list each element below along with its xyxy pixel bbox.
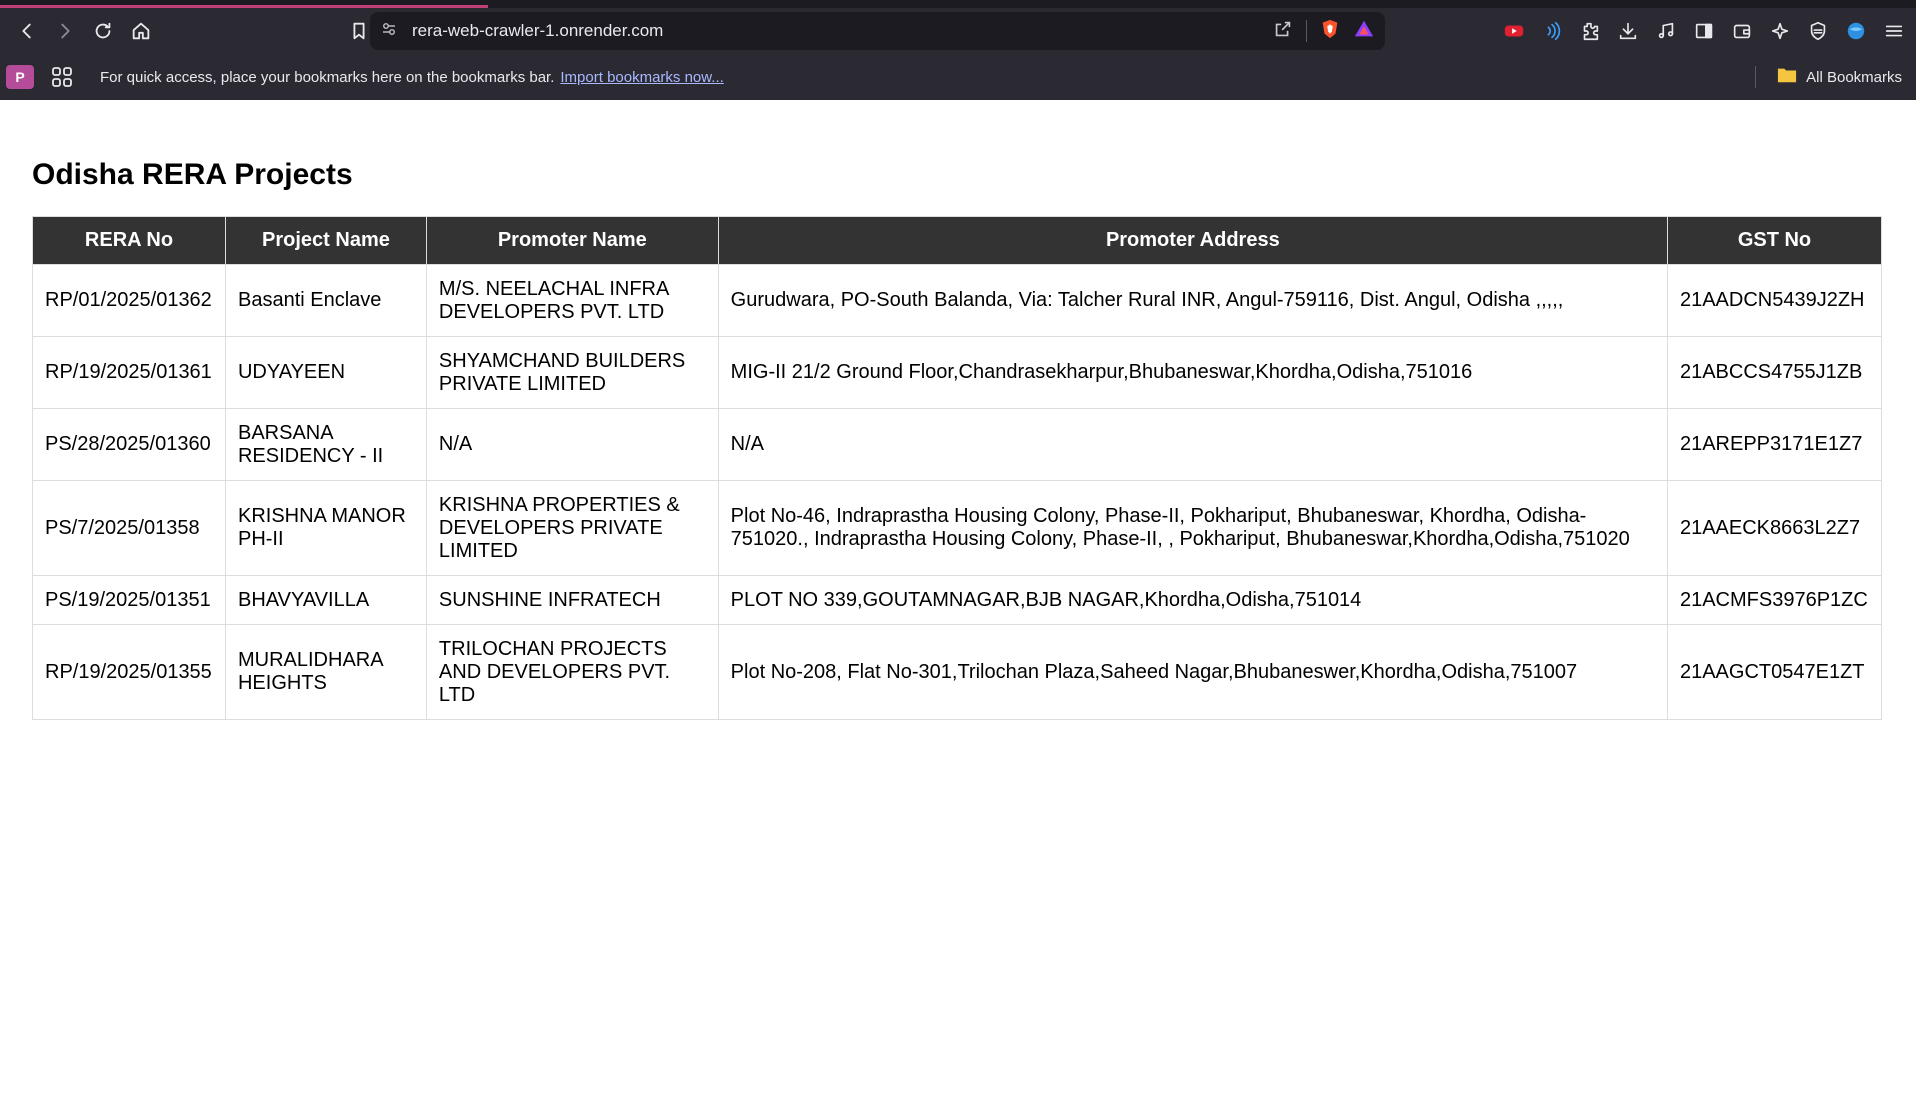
folder-icon bbox=[1776, 65, 1798, 89]
cell-gst-no: 21AAGCT0547E1ZT bbox=[1666, 624, 1883, 720]
wallet-icon[interactable] bbox=[1728, 17, 1756, 45]
cell-rera-no: PS/19/2025/01351 bbox=[32, 575, 226, 625]
address-bar[interactable]: rera-web-crawler-1.onrender.com bbox=[370, 12, 1385, 50]
urlbar-divider bbox=[1306, 20, 1307, 42]
cell-rera-no: PS/7/2025/01358 bbox=[32, 480, 226, 576]
page-content: Odisha RERA Projects RERA No Project Nam… bbox=[0, 158, 1916, 720]
leo-ai-icon[interactable] bbox=[1766, 17, 1794, 45]
brave-rewards-icon[interactable] bbox=[1353, 18, 1375, 45]
cell-promoter-address: Gurudwara, PO-South Balanda, Via: Talche… bbox=[717, 264, 1668, 337]
cell-promoter-name: SHYAMCHAND BUILDERS PRIVATE LIMITED bbox=[425, 336, 719, 409]
home-button[interactable] bbox=[122, 12, 160, 50]
all-bookmarks-label: All Bookmarks bbox=[1806, 68, 1902, 86]
cell-promoter-name: M/S. NEELACHAL INFRA DEVELOPERS PVT. LTD bbox=[425, 264, 719, 337]
cell-project-name: KRISHNA MANOR PH-II bbox=[224, 480, 427, 576]
browser-chrome: rera-web-crawler-1.onrender.com P For qu… bbox=[0, 0, 1916, 100]
share-icon[interactable] bbox=[1272, 18, 1294, 45]
browser-toolbar: rera-web-crawler-1.onrender.com bbox=[0, 8, 1916, 54]
table-row: PS/28/2025/01360 BARSANA RESIDENCY - II … bbox=[32, 408, 1883, 481]
download-icon[interactable] bbox=[1614, 17, 1642, 45]
header-project-name: Project Name bbox=[224, 216, 427, 265]
cell-rera-no: RP/01/2025/01362 bbox=[32, 264, 226, 337]
profile-avatar[interactable]: P bbox=[6, 65, 34, 89]
cell-promoter-name: SUNSHINE INFRATECH bbox=[425, 575, 719, 625]
cell-project-name: BARSANA RESIDENCY - II bbox=[224, 408, 427, 481]
rera-projects-table: RERA No Project Name Promoter Name Promo… bbox=[32, 216, 1883, 720]
bookmark-icon bbox=[353, 22, 365, 40]
media-icon[interactable] bbox=[1652, 17, 1680, 45]
table-row: RP/19/2025/01355 MURALIDHARA HEIGHTS TRI… bbox=[32, 624, 1883, 720]
back-button[interactable] bbox=[8, 12, 46, 50]
back-icon bbox=[22, 23, 31, 39]
reload-icon bbox=[95, 22, 111, 39]
table-row: PS/7/2025/01358 KRISHNA MANOR PH-II KRIS… bbox=[32, 480, 1883, 576]
cell-gst-no: 21AADCN5439J2ZH bbox=[1666, 264, 1883, 337]
cell-project-name: MURALIDHARA HEIGHTS bbox=[224, 624, 427, 720]
table-row: RP/01/2025/01362 Basanti Enclave M/S. NE… bbox=[32, 264, 1883, 337]
cell-gst-no: 21ACMFS3976P1ZC bbox=[1666, 575, 1883, 625]
forward-button[interactable] bbox=[46, 12, 84, 50]
cell-gst-no: 21ABCCS4755J1ZB bbox=[1666, 336, 1883, 409]
cell-rera-no: RP/19/2025/01355 bbox=[32, 624, 226, 720]
cell-promoter-address: Plot No-208, Flat No-301,Trilochan Plaza… bbox=[717, 624, 1668, 720]
cell-gst-no: 21AAECK8663L2Z7 bbox=[1666, 480, 1883, 576]
table-header-row: RERA No Project Name Promoter Name Promo… bbox=[32, 216, 1883, 265]
url-text[interactable]: rera-web-crawler-1.onrender.com bbox=[412, 21, 663, 41]
menu-icon[interactable] bbox=[1880, 17, 1908, 45]
cell-promoter-name: N/A bbox=[425, 408, 719, 481]
apps-grid-icon[interactable] bbox=[50, 65, 74, 89]
brave-shield-icon[interactable] bbox=[1319, 18, 1341, 45]
cell-gst-no: 21AREPP3171E1Z7 bbox=[1666, 408, 1883, 481]
extensions-row bbox=[1500, 12, 1908, 50]
cell-promoter-address: MIG-II 21/2 Ground Floor,Chandrasekharpu… bbox=[717, 336, 1668, 409]
all-bookmarks-button[interactable]: All Bookmarks bbox=[1755, 54, 1902, 100]
cell-promoter-address: PLOT NO 339,GOUTAMNAGAR,BJB NAGAR,Khordh… bbox=[717, 575, 1668, 625]
tab-strip bbox=[0, 0, 1916, 8]
header-gst-no: GST No bbox=[1666, 216, 1883, 265]
cell-promoter-name: TRILOCHAN PROJECTS AND DEVELOPERS PVT. L… bbox=[425, 624, 719, 720]
profile-globe-icon[interactable] bbox=[1842, 17, 1870, 45]
cell-rera-no: PS/28/2025/01360 bbox=[32, 408, 226, 481]
header-promoter-address: Promoter Address bbox=[717, 216, 1668, 265]
reload-button[interactable] bbox=[84, 12, 122, 50]
table-row: RP/19/2025/01361 UDYAYEEN SHYAMCHAND BUI… bbox=[32, 336, 1883, 409]
sidebar-icon[interactable] bbox=[1690, 17, 1718, 45]
cell-project-name: UDYAYEEN bbox=[224, 336, 427, 409]
vpn-icon[interactable] bbox=[1804, 17, 1832, 45]
cell-promoter-address: N/A bbox=[717, 408, 1668, 481]
cell-rera-no: RP/19/2025/01361 bbox=[32, 336, 226, 409]
cell-project-name: BHAVYAVILLA bbox=[224, 575, 427, 625]
import-bookmarks-link[interactable]: Import bookmarks now... bbox=[560, 69, 723, 86]
bookmarks-divider bbox=[1755, 66, 1757, 88]
table-row: PS/19/2025/01351 BHAVYAVILLA SUNSHINE IN… bbox=[32, 575, 1883, 625]
cell-project-name: Basanti Enclave bbox=[224, 264, 427, 337]
bookmarks-hint-text: For quick access, place your bookmarks h… bbox=[100, 68, 555, 86]
site-settings-icon[interactable] bbox=[380, 20, 398, 43]
forward-icon bbox=[61, 23, 70, 39]
home-icon bbox=[132, 22, 150, 40]
wireless-icon[interactable] bbox=[1538, 17, 1566, 45]
header-rera-no: RERA No bbox=[32, 216, 226, 265]
extensions-icon[interactable] bbox=[1576, 17, 1604, 45]
bookmarks-bar: P For quick access, place your bookmarks… bbox=[0, 54, 1916, 100]
youtube-extension-icon[interactable] bbox=[1500, 17, 1528, 45]
header-promoter-name: Promoter Name bbox=[425, 216, 719, 265]
cell-promoter-address: Plot No-46, Indraprastha Housing Colony,… bbox=[717, 480, 1668, 576]
page-title: Odisha RERA Projects bbox=[32, 158, 353, 191]
cell-promoter-name: KRISHNA PROPERTIES & DEVELOPERS PRIVATE … bbox=[425, 480, 719, 576]
